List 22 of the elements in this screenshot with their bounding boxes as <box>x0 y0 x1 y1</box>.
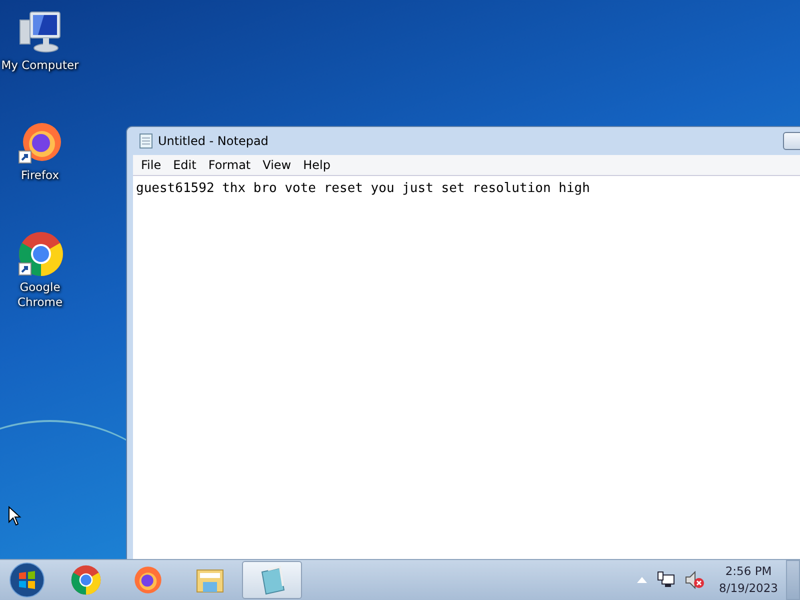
mouse-pointer-icon <box>8 506 22 526</box>
menu-item[interactable]: File <box>135 158 168 172</box>
volume-icon[interactable] <box>685 571 706 589</box>
notepad-taskbar-button[interactable] <box>242 561 302 599</box>
menu-item[interactable]: Help <box>297 158 336 172</box>
chrome-icon[interactable] <box>16 230 64 278</box>
notepad-icon <box>139 133 153 149</box>
desktop-icon-label[interactable]: Google Chrome <box>1 280 79 310</box>
firefox-icon <box>132 564 164 596</box>
menu-item[interactable]: Edit <box>167 158 202 172</box>
clock-time: 2:56 PM <box>725 563 772 580</box>
windows-logo-icon <box>9 562 45 598</box>
clock-date: 8/19/2023 <box>719 580 778 597</box>
window-title: Untitled - Notepad <box>158 134 268 148</box>
network-icon[interactable] <box>657 571 676 589</box>
chrome-icon <box>70 564 102 596</box>
clock[interactable]: 2:56 PM 8/19/2023 <box>719 563 778 597</box>
document-text: guest61592 thx bro vote reset you just set resolution high <box>136 181 590 196</box>
desktop-icon-label[interactable]: Firefox <box>1 168 79 183</box>
desktop-icon-label[interactable]: My Computer <box>1 58 79 73</box>
menu-item[interactable]: View <box>256 158 298 172</box>
menu-item[interactable]: Format <box>202 158 257 172</box>
